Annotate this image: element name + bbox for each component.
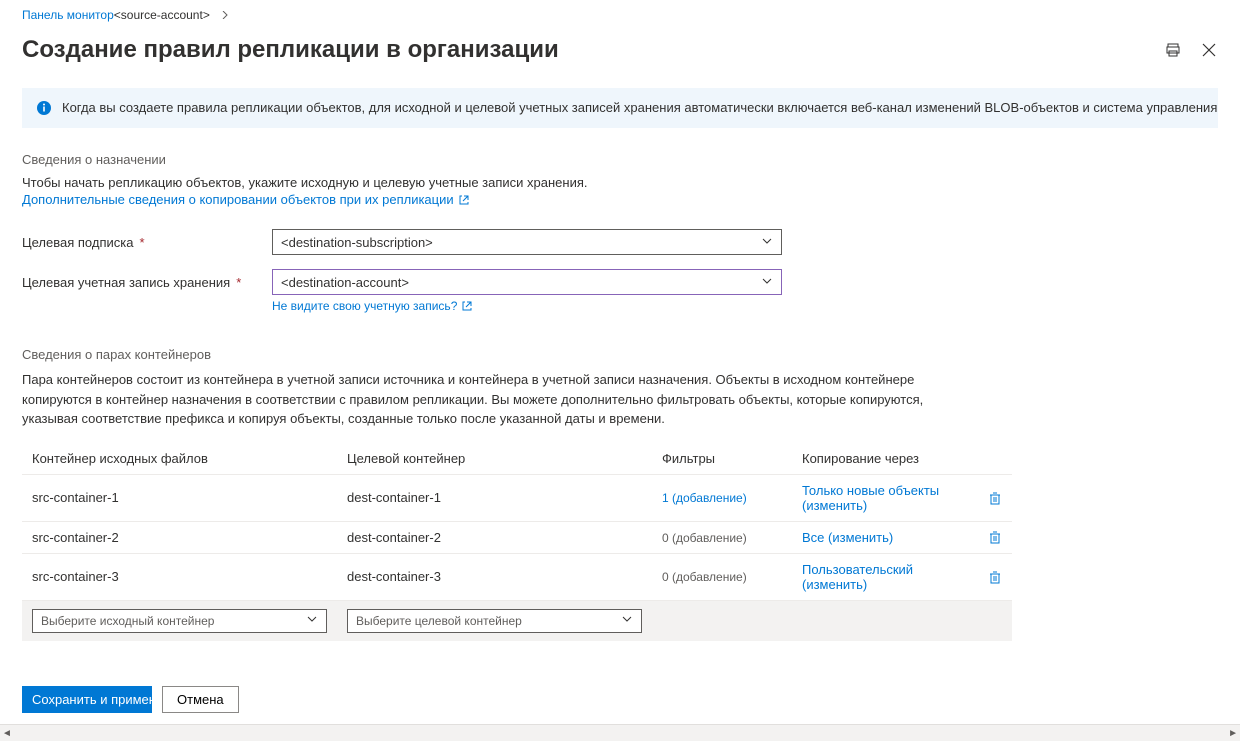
col-dst: Целевой контейнер xyxy=(337,443,652,475)
destination-learn-more-link[interactable]: Дополнительные сведения о копировании об… xyxy=(22,192,454,207)
destination-container-dropdown[interactable]: Выберите целевой контейнер xyxy=(347,609,642,633)
pairs-heading: Сведения о парах контейнеров xyxy=(22,347,1218,362)
delete-icon[interactable] xyxy=(988,530,1002,544)
pairs-table: Контейнер исходных файлов Целевой контей… xyxy=(22,443,1012,641)
copy-mode-link[interactable]: Пользовательский (изменить) xyxy=(802,562,980,592)
chevron-down-icon xyxy=(761,235,773,250)
filter-link[interactable]: 0 (добавление) xyxy=(662,531,747,545)
account-dropdown[interactable]: <destination-account> xyxy=(272,269,782,295)
chevron-down-icon xyxy=(306,613,318,628)
dst-cell: dest-container-2 xyxy=(337,521,652,553)
delete-icon[interactable] xyxy=(988,570,1002,584)
dst-cell: dest-container-1 xyxy=(337,474,652,521)
external-link-icon xyxy=(458,194,470,206)
info-banner: Когда вы создаете правила репликации объ… xyxy=(22,88,1218,128)
horizontal-scrollbar[interactable]: ◄ ► xyxy=(0,724,1240,741)
info-icon xyxy=(36,100,52,116)
subscription-dropdown[interactable]: <destination-subscription> xyxy=(272,229,782,255)
scroll-left-icon[interactable]: ◄ xyxy=(2,728,12,739)
filter-link[interactable]: 1 (добавление) xyxy=(662,491,747,505)
scroll-right-icon[interactable]: ► xyxy=(1228,728,1238,739)
table-row: src-container-3dest-container-3 0 (добавл… xyxy=(22,553,1012,600)
account-help-link[interactable]: Не видите свою учетную запись? xyxy=(272,299,782,313)
print-icon[interactable] xyxy=(1164,41,1182,59)
table-row: src-container-1dest-container-1 1 (добавл… xyxy=(22,474,1012,521)
src-cell: src-container-3 xyxy=(22,553,337,600)
pairs-desc: Пара контейнеров состоит из контейнера в… xyxy=(22,370,982,429)
new-pair-row: Выберите исходный контейнер Выберите цел… xyxy=(22,600,1012,641)
close-icon[interactable] xyxy=(1200,41,1218,59)
source-container-dropdown[interactable]: Выберите исходный контейнер xyxy=(32,609,327,633)
src-cell: src-container-2 xyxy=(22,521,337,553)
col-copy: Копирование через xyxy=(792,443,1012,475)
src-cell: src-container-1 xyxy=(22,474,337,521)
save-button[interactable]: Сохранить и применить xyxy=(22,686,152,713)
breadcrumb-current: <source-account> xyxy=(114,8,210,22)
subscription-value: <destination-subscription> xyxy=(281,235,433,250)
dst-cell: dest-container-3 xyxy=(337,553,652,600)
subscription-label: Целевая подписка* xyxy=(22,229,272,250)
external-link-icon xyxy=(461,300,473,312)
destination-desc: Чтобы начать репликацию объектов, укажит… xyxy=(22,175,1218,190)
chevron-down-icon xyxy=(761,275,773,290)
cancel-button[interactable]: Отмена xyxy=(162,686,239,713)
copy-mode-link[interactable]: Все (изменить) xyxy=(802,530,893,545)
account-value: <destination-account> xyxy=(281,275,409,290)
table-row: src-container-2dest-container-2 0 (добавл… xyxy=(22,521,1012,553)
delete-icon[interactable] xyxy=(988,491,1002,505)
chevron-right-icon xyxy=(221,8,229,22)
breadcrumb-dashboard[interactable]: Панель монитор xyxy=(22,8,114,22)
copy-mode-link[interactable]: Только новые объекты (изменить) xyxy=(802,483,980,513)
filter-link[interactable]: 0 (добавление) xyxy=(662,570,747,584)
destination-heading: Сведения о назначении xyxy=(22,152,1218,167)
col-filters: Фильтры xyxy=(652,443,792,475)
account-label: Целевая учетная запись хранения* xyxy=(22,269,272,290)
page-title: Создание правил репликации в организации xyxy=(22,36,559,64)
col-src: Контейнер исходных файлов xyxy=(22,443,337,475)
breadcrumb: Панель монитор<source-account> xyxy=(22,8,1218,22)
info-banner-text: Когда вы создаете правила репликации объ… xyxy=(62,100,1218,115)
chevron-down-icon xyxy=(621,613,633,628)
